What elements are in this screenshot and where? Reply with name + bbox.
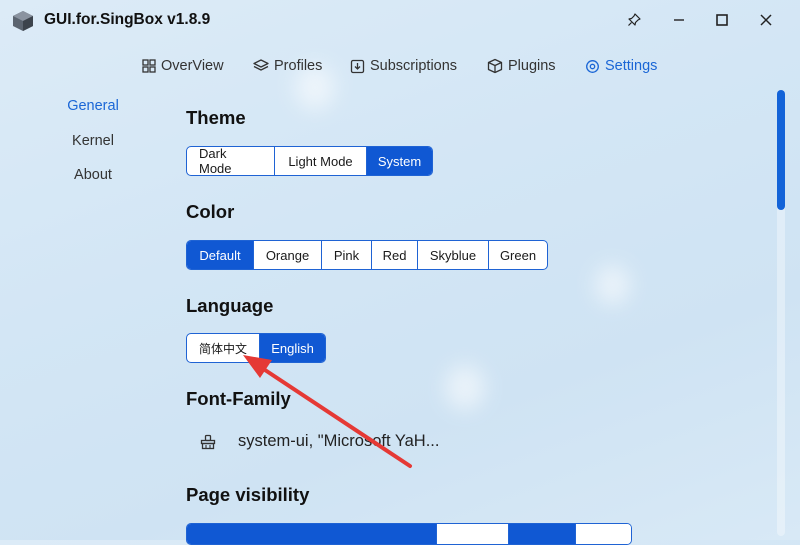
minimize-button[interactable] bbox=[666, 8, 692, 32]
theme-option-dark[interactable]: Dark Mode bbox=[187, 147, 275, 175]
color-option-pink[interactable]: Pink bbox=[322, 241, 372, 269]
app-logo-icon bbox=[13, 11, 33, 31]
font-family-value: system-ui, "Microsoft YaH... bbox=[238, 432, 440, 450]
pin-button[interactable] bbox=[621, 8, 647, 32]
brush-icon bbox=[200, 434, 216, 450]
color-option-skyblue[interactable]: Skyblue bbox=[418, 241, 489, 269]
close-button[interactable] bbox=[753, 8, 779, 32]
font-family-heading: Font-Family bbox=[186, 388, 291, 409]
color-option-red[interactable]: Red bbox=[372, 241, 418, 269]
tab-plugins[interactable]: Plugins bbox=[487, 54, 556, 78]
sidebar-item-general[interactable]: General bbox=[40, 98, 146, 114]
background-glow bbox=[595, 265, 630, 305]
minimize-icon bbox=[674, 19, 684, 21]
sidebar-item-about[interactable]: About bbox=[40, 167, 146, 183]
language-option-english[interactable]: English bbox=[260, 334, 325, 362]
plugins-icon bbox=[487, 58, 503, 74]
visibility-option[interactable] bbox=[187, 524, 437, 544]
close-icon bbox=[760, 14, 772, 26]
color-option-green[interactable]: Green bbox=[489, 241, 547, 269]
tab-profiles-label: Profiles bbox=[274, 58, 323, 74]
visibility-option[interactable] bbox=[576, 524, 631, 544]
color-heading: Color bbox=[186, 201, 235, 222]
visibility-option[interactable] bbox=[437, 524, 509, 544]
maximize-button[interactable] bbox=[709, 8, 735, 32]
window-title: GUI.for.SingBox v1.8.9 bbox=[44, 11, 211, 28]
tab-subscriptions[interactable]: Subscriptions bbox=[350, 54, 457, 78]
tab-overview[interactable]: OverView bbox=[142, 54, 224, 78]
theme-heading: Theme bbox=[186, 107, 246, 128]
tab-settings[interactable]: Settings bbox=[585, 54, 657, 78]
background-glow bbox=[445, 365, 485, 410]
tab-overview-label: OverView bbox=[161, 58, 224, 74]
visibility-option[interactable] bbox=[509, 524, 576, 544]
top-navigation: OverView Profiles Subscriptions Plugins … bbox=[0, 54, 800, 78]
profiles-icon bbox=[253, 59, 269, 71]
tab-settings-label: Settings bbox=[605, 58, 658, 74]
tab-plugins-label: Plugins bbox=[508, 58, 556, 74]
subscriptions-icon bbox=[350, 59, 365, 73]
maximize-icon bbox=[716, 14, 728, 26]
pin-icon bbox=[628, 13, 641, 26]
tab-profiles[interactable]: Profiles bbox=[253, 54, 322, 78]
language-heading: Language bbox=[186, 295, 274, 316]
language-selector: 简体中文 English bbox=[186, 333, 326, 363]
settings-icon bbox=[586, 59, 599, 73]
theme-option-light[interactable]: Light Mode bbox=[275, 147, 367, 175]
color-selector: Default Orange Pink Red Skyblue Green bbox=[186, 240, 548, 270]
page-visibility-selector[interactable] bbox=[186, 523, 632, 545]
theme-option-system[interactable]: System bbox=[367, 147, 432, 175]
scrollbar-thumb[interactable] bbox=[777, 90, 785, 210]
language-option-chinese[interactable]: 简体中文 bbox=[187, 334, 260, 362]
color-option-orange[interactable]: Orange bbox=[254, 241, 322, 269]
annotation-arrow bbox=[243, 355, 412, 468]
tab-subscriptions-label: Subscriptions bbox=[370, 58, 458, 74]
sidebar-item-kernel[interactable]: Kernel bbox=[40, 133, 146, 149]
overview-icon bbox=[142, 59, 156, 73]
title-bar[interactable]: GUI.for.SingBox v1.8.9 bbox=[0, 0, 800, 40]
page-visibility-heading: Page visibility bbox=[186, 484, 310, 505]
font-family-field[interactable] bbox=[200, 430, 216, 454]
color-option-default[interactable]: Default bbox=[187, 241, 254, 269]
theme-selector: Dark Mode Light Mode System bbox=[186, 146, 433, 176]
